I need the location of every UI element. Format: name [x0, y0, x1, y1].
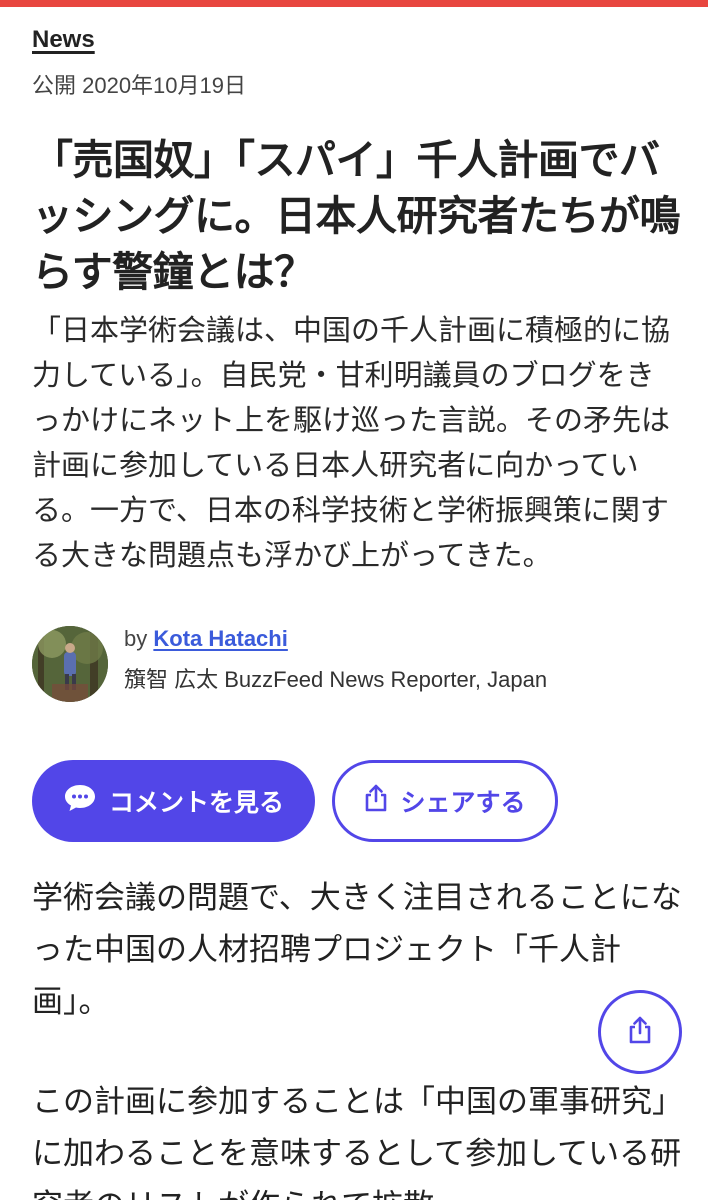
floating-share-button[interactable] [598, 990, 682, 1074]
byline-line: by Kota Hatachi [124, 626, 288, 652]
share-label: シェアする [400, 788, 526, 817]
speech-bubble-icon [63, 783, 97, 819]
share-icon [628, 1016, 652, 1048]
article-dek: 「日本学術会議は、中国の千人計画に積極的に協力している」。自民党・甘利明議員のブ… [32, 313, 671, 572]
share-icon [364, 784, 388, 818]
article-page: News 公開 2020年10月19日 「売国奴」「スパイ」千人計画でバッシング… [0, 0, 708, 1200]
publish-date: 公開 2020年10月19日 [32, 73, 246, 98]
top-accent-bar [0, 0, 708, 7]
byline-by-label: by [124, 626, 148, 651]
body-paragraph-2: この計画に参加することは「中国の軍事研究」に加わることを意味するとして参加してい… [32, 1084, 682, 1200]
share-button[interactable]: シェアする [332, 760, 558, 842]
author-name-link[interactable]: Kota Hatachi [153, 626, 287, 651]
view-comments-label: コメントを見る [108, 788, 284, 817]
avatar-photo [32, 626, 108, 702]
author-title: 籏智 広太 BuzzFeed News Reporter, Japan [124, 667, 548, 692]
body-paragraph-1: 学術会議の問題で、大きく注目されることになった中国の人材招聘プロジェクト「千人計… [32, 880, 682, 1020]
article-headline: 「売国奴」「スパイ」千人計画でバッシングに。日本人研究者たちが鳴らす警鐘とは？ [32, 136, 681, 296]
byline: by Kota Hatachi 籏智 広太 BuzzFeed News Repo… [32, 624, 682, 704]
view-comments-button[interactable]: コメントを見る [32, 760, 315, 842]
author-avatar[interactable] [32, 626, 108, 702]
category-link[interactable]: News [32, 26, 95, 54]
